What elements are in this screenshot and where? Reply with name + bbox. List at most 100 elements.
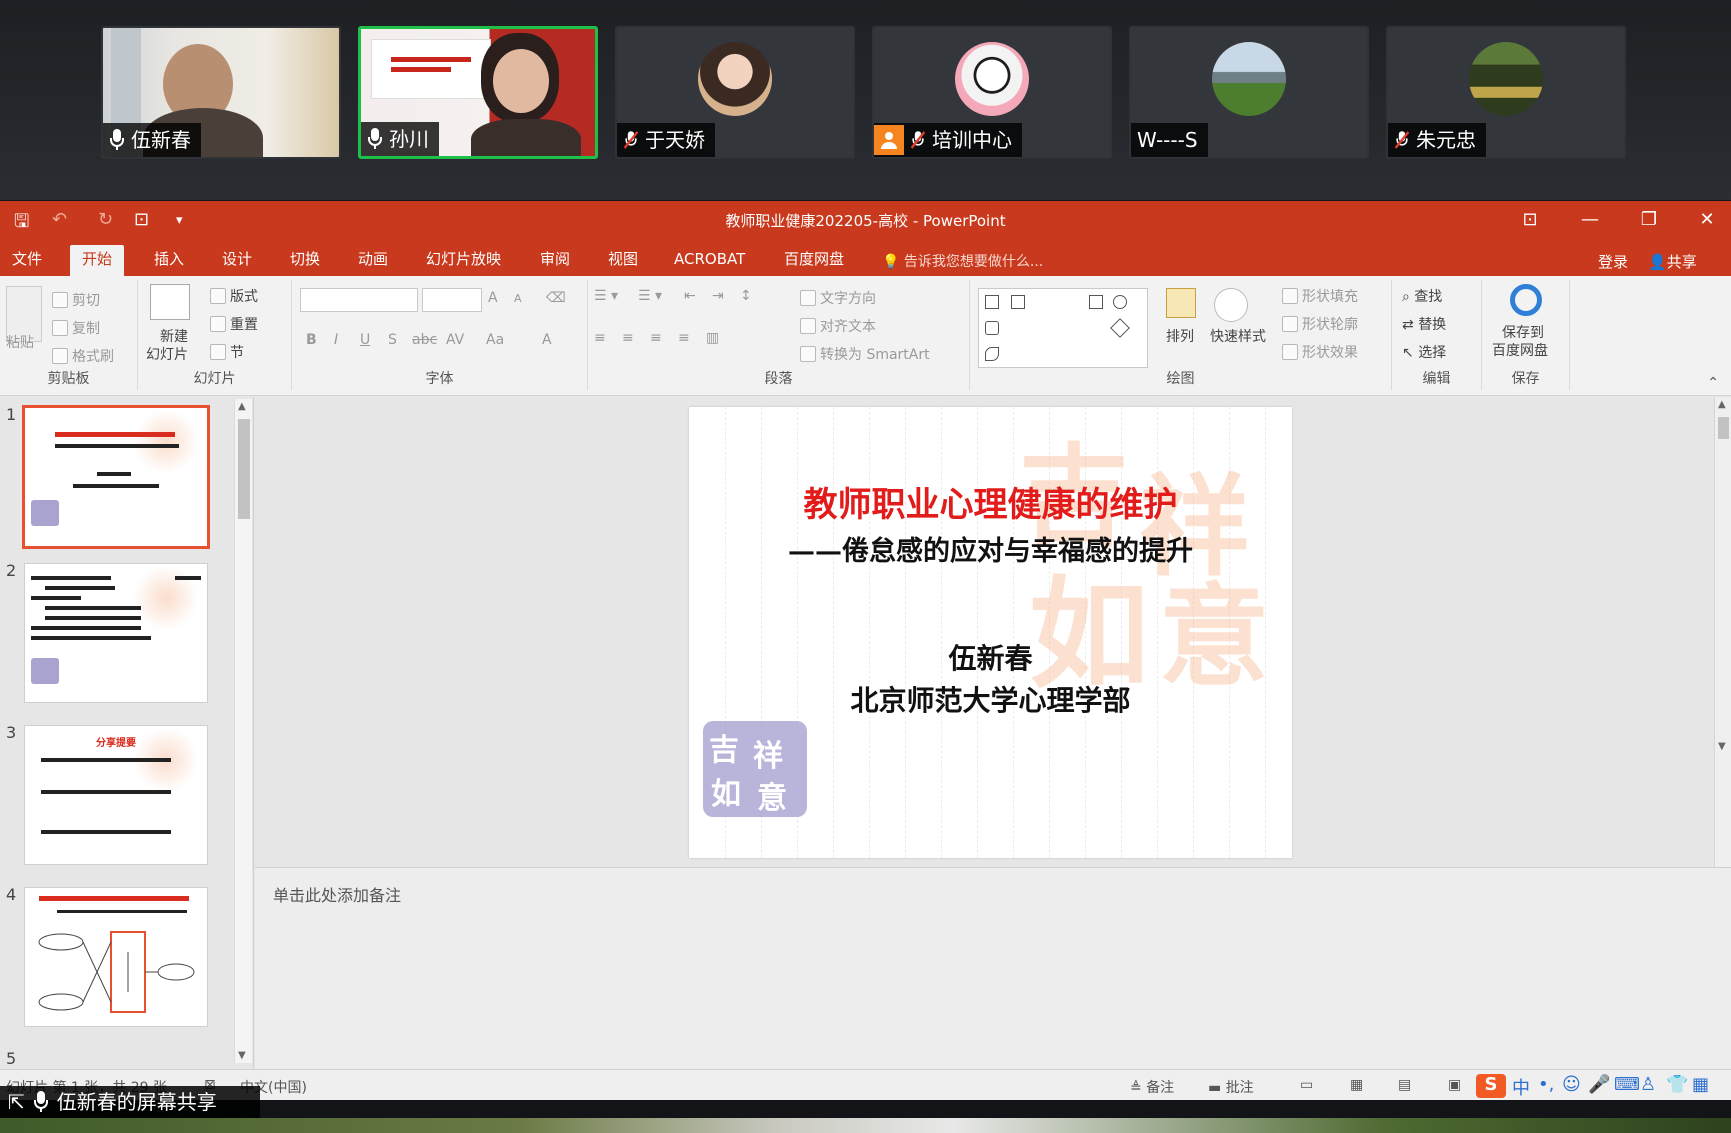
font-size-combo[interactable] — [422, 288, 482, 312]
new-slide-label-2[interactable]: 幻灯片 — [146, 344, 188, 364]
sign-in-link[interactable]: 登录 — [1598, 251, 1628, 272]
section-button[interactable]: 节 — [210, 342, 244, 362]
tab-transitions[interactable]: 切换 — [278, 245, 332, 276]
tab-file[interactable]: 文件 — [0, 245, 54, 276]
copy-button[interactable]: 复制 — [52, 318, 100, 338]
participant-tile[interactable]: W----S — [1129, 26, 1369, 159]
tab-baidu-netdisk[interactable]: 百度网盘 — [772, 245, 856, 276]
slide-thumbnail-4[interactable] — [24, 887, 208, 1027]
rounded-rect-shape-icon[interactable] — [985, 321, 999, 335]
grow-font-button[interactable]: A — [488, 290, 498, 306]
slide-title[interactable]: 教师职业心理健康的维护 — [689, 477, 1292, 526]
bullets-icon[interactable]: ☰ ▾ — [594, 288, 618, 304]
slideshow-view-icon[interactable]: ▣ — [1448, 1077, 1461, 1093]
slide-scrollbar[interactable]: ▲ ▼ — [1714, 397, 1731, 867]
vertical-textbox-shape-icon[interactable] — [1011, 295, 1025, 309]
comments-toggle[interactable]: ▬ 批注 — [1208, 1077, 1254, 1097]
strikethrough-button[interactable]: abc — [412, 332, 437, 348]
shapes-gallery[interactable] — [978, 288, 1148, 368]
tab-design[interactable]: 设计 — [210, 245, 264, 276]
select-button[interactable]: ↖ 选择 — [1402, 342, 1446, 362]
change-case-button[interactable]: Aa — [486, 332, 504, 348]
ime-keyboard-icon[interactable]: ⌨ — [1614, 1074, 1640, 1095]
new-slide-label-1[interactable]: 新建 — [160, 326, 188, 346]
minimize-button[interactable]: — — [1573, 207, 1607, 233]
shadow-button[interactable]: S — [388, 332, 397, 348]
new-slide-icon[interactable] — [150, 284, 190, 320]
share-button[interactable]: 👤共享 — [1648, 251, 1697, 272]
ribbon-display-options-icon[interactable]: ⊡ — [1513, 207, 1547, 233]
convert-smartart-button[interactable]: 转换为 SmartArt — [800, 344, 930, 364]
save-to-label-2[interactable]: 百度网盘 — [1492, 340, 1548, 360]
close-button[interactable]: ✕ — [1690, 207, 1724, 233]
increase-indent-icon[interactable]: ⇥ — [712, 288, 724, 304]
scroll-up-icon[interactable]: ▲ — [1718, 399, 1726, 410]
italic-button[interactable]: I — [334, 332, 338, 348]
thumbnail-scrollbar[interactable]: ▲ ▼ — [234, 399, 252, 1063]
shape-effects-button[interactable]: 形状效果 — [1282, 342, 1358, 362]
slide-subtitle[interactable]: ——倦怠感的应对与幸福感的提升 — [689, 529, 1292, 568]
format-painter-button[interactable]: 格式刷 — [52, 346, 114, 366]
sogou-ime-icon[interactable]: S — [1476, 1074, 1506, 1098]
clear-formatting-icon[interactable]: ⌫ — [546, 290, 566, 306]
font-family-combo[interactable] — [300, 288, 418, 312]
current-slide[interactable]: 吉 祥 如 意 教师职业心理健康的维护 ——倦怠感的应对与幸福感的提升 伍新春 … — [689, 407, 1292, 858]
scrollbar-thumb[interactable] — [1718, 417, 1729, 439]
ime-voice-icon[interactable]: 🎤 — [1588, 1074, 1610, 1095]
callout-shape-icon[interactable] — [985, 347, 999, 361]
tab-slideshow[interactable]: 幻灯片放映 — [414, 245, 513, 276]
shape-outline-button[interactable]: 形状轮廓 — [1282, 314, 1358, 334]
scroll-up-icon[interactable]: ▲ — [238, 401, 246, 412]
ime-toolbox-icon[interactable]: ▦ — [1692, 1074, 1709, 1095]
replace-button[interactable]: ⇄ 替换 — [1402, 314, 1446, 334]
align-center-icon[interactable]: ≡ — [622, 330, 634, 346]
ime-user-icon[interactable]: ♙ — [1640, 1074, 1656, 1095]
align-text-button[interactable]: 对齐文本 — [800, 316, 876, 336]
scroll-down-icon[interactable]: ▼ — [238, 1050, 246, 1061]
textbox-shape-icon[interactable] — [985, 295, 999, 309]
tab-insert[interactable]: 插入 — [142, 245, 196, 276]
paste-button[interactable]: 粘贴 — [6, 332, 34, 352]
tab-home[interactable]: 开始 — [70, 245, 125, 276]
notes-pane[interactable]: 单击此处添加备注 — [255, 867, 1731, 1069]
scrollbar-thumb[interactable] — [238, 419, 250, 519]
align-right-icon[interactable]: ≡ — [650, 330, 662, 346]
oval-shape-icon[interactable] — [1113, 295, 1127, 309]
arrow-shape-icon[interactable] — [1110, 318, 1130, 338]
participant-tile-active[interactable]: 孙川 — [358, 26, 598, 159]
arrange-icon[interactable] — [1166, 288, 1196, 318]
rectangle-shape-icon[interactable] — [1089, 295, 1103, 309]
cut-button[interactable]: 剪切 — [52, 290, 100, 310]
slide-thumbnail-2[interactable] — [24, 563, 208, 703]
participant-tile[interactable]: 伍新春 — [101, 26, 341, 159]
character-spacing-button[interactable]: AV — [446, 332, 464, 348]
quick-styles-icon[interactable] — [1214, 288, 1248, 322]
tab-view[interactable]: 视图 — [596, 245, 650, 276]
find-button[interactable]: ⌕ 查找 — [1402, 286, 1442, 306]
bold-button[interactable]: B — [306, 332, 317, 348]
tab-acrobat[interactable]: ACROBAT — [662, 245, 757, 276]
font-color-button[interactable]: A — [542, 332, 552, 348]
justify-icon[interactable]: ≡ — [678, 330, 690, 346]
ime-punctuation-icon[interactable]: •, — [1538, 1074, 1554, 1095]
tab-review[interactable]: 审阅 — [528, 245, 582, 276]
restore-button[interactable]: ❐ — [1632, 207, 1666, 233]
participant-tile[interactable]: 培训中心 — [872, 26, 1112, 159]
shrink-font-button[interactable]: A — [514, 292, 522, 305]
slide-thumbnail-3[interactable]: 分享提要 — [24, 725, 208, 865]
decrease-indent-icon[interactable]: ⇤ — [684, 288, 696, 304]
underline-button[interactable]: U — [360, 332, 370, 348]
slide-thumbnail-1[interactable] — [22, 405, 210, 549]
reset-button[interactable]: 重置 — [210, 314, 258, 334]
arrange-button[interactable]: 排列 — [1166, 326, 1194, 346]
slide-sorter-icon[interactable]: ▦ — [1350, 1077, 1363, 1093]
ime-emoji-icon[interactable]: ☺ — [1562, 1074, 1581, 1095]
align-left-icon[interactable]: ≡ — [594, 330, 606, 346]
layout-button[interactable]: 版式 — [210, 286, 258, 306]
reading-view-icon[interactable]: ▤ — [1398, 1077, 1411, 1093]
text-direction-button[interactable]: 文字方向 — [800, 288, 876, 308]
quick-styles-button[interactable]: 快速样式 — [1210, 326, 1266, 346]
line-spacing-icon[interactable]: ↕ — [740, 288, 752, 304]
participant-tile[interactable]: 于天娇 — [615, 26, 855, 159]
tab-animations[interactable]: 动画 — [346, 245, 400, 276]
